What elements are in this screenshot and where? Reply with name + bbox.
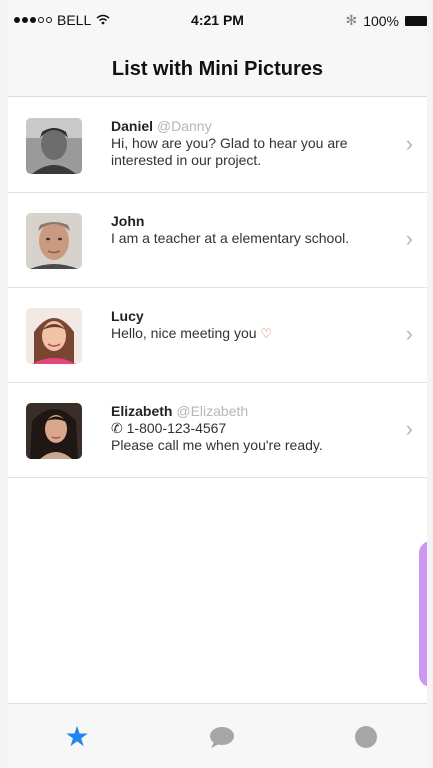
list-item[interactable]: John I am a teacher at a elementary scho… bbox=[8, 193, 427, 288]
message-line: I am a teacher at a elementary school. bbox=[111, 230, 350, 246]
message-line: Hello, nice meeting you ♡ bbox=[111, 325, 391, 342]
phone-number: 1-800-123-4567 bbox=[126, 420, 227, 436]
list-item[interactable]: Daniel @Danny Hi, how are you? Glad to h… bbox=[8, 98, 427, 193]
contact-name: Elizabeth bbox=[111, 403, 173, 419]
star-icon: ★ bbox=[64, 721, 90, 752]
page-title: List with Mini Pictures bbox=[111, 57, 324, 80]
message-line: Please call me when you're ready. bbox=[111, 437, 323, 453]
avatar bbox=[26, 403, 82, 459]
contact-handle: @Danny bbox=[156, 118, 212, 134]
circle-icon bbox=[355, 726, 377, 748]
message-line: Hi, how are you? Glad to hear you are bbox=[111, 135, 348, 151]
avatar bbox=[26, 308, 82, 364]
battery-indicator: ✻ 100% bbox=[345, 12, 427, 29]
chevron-right-icon: › bbox=[405, 321, 413, 346]
tab-profile[interactable] bbox=[351, 722, 381, 752]
contact-name-line: Lucy bbox=[111, 308, 391, 325]
contact-name: Daniel bbox=[111, 118, 154, 134]
avatar bbox=[26, 213, 82, 269]
contact-handle: @Elizabeth bbox=[176, 403, 249, 419]
tab-favorites[interactable]: ★ bbox=[62, 722, 92, 752]
list-item[interactable]: Elizabeth @Elizabeth ✆ 1-800-123-4567 Pl… bbox=[8, 383, 427, 478]
message-content: Elizabeth @Elizabeth ✆ 1-800-123-4567 Pl… bbox=[111, 403, 391, 454]
tab-bar: ★ bbox=[8, 703, 427, 768]
phone-line[interactable]: ✆ 1-800-123-4567 bbox=[111, 420, 391, 437]
tab-messages[interactable] bbox=[207, 722, 237, 752]
contact-name-line: Daniel @Danny bbox=[111, 118, 391, 135]
chevron-right-icon: › bbox=[405, 416, 413, 441]
navigation-bar: List with Mini Pictures bbox=[8, 42, 427, 97]
avatar bbox=[26, 118, 82, 174]
battery-percent: 100% bbox=[363, 12, 399, 29]
contact-name-line: John bbox=[111, 213, 391, 230]
chat-bubble-icon bbox=[210, 727, 234, 748]
chevron-right-icon: › bbox=[405, 226, 413, 251]
message-content: Lucy Hello, nice meeting you ♡ bbox=[111, 308, 391, 342]
contact-name-line: Elizabeth @Elizabeth bbox=[111, 403, 391, 420]
message-content: Daniel @Danny Hi, how are you? Glad to h… bbox=[111, 118, 391, 169]
battery-icon bbox=[405, 15, 427, 26]
phone-icon: ✆ bbox=[111, 420, 123, 436]
status-bar: BELL 4:21 PM ✻ 100% bbox=[8, 0, 427, 42]
contact-name: Lucy bbox=[111, 308, 144, 324]
phone-screen: BELL 4:21 PM ✻ 100% List with Mini Pictu… bbox=[8, 0, 427, 768]
contact-name: John bbox=[111, 213, 145, 229]
message-line: interested in our project. bbox=[111, 152, 262, 168]
message-text: Hello, nice meeting you bbox=[111, 325, 257, 341]
side-panel-tab[interactable] bbox=[419, 541, 427, 687]
bluetooth-icon: ✻ bbox=[345, 12, 358, 28]
message-content: John I am a teacher at a elementary scho… bbox=[111, 213, 391, 247]
list-item[interactable]: Lucy Hello, nice meeting you ♡ › bbox=[8, 288, 427, 383]
chevron-right-icon: › bbox=[405, 131, 413, 156]
heart-emoji-icon: ♡ bbox=[260, 326, 273, 341]
contact-list: Daniel @Danny Hi, how are you? Glad to h… bbox=[8, 98, 427, 478]
